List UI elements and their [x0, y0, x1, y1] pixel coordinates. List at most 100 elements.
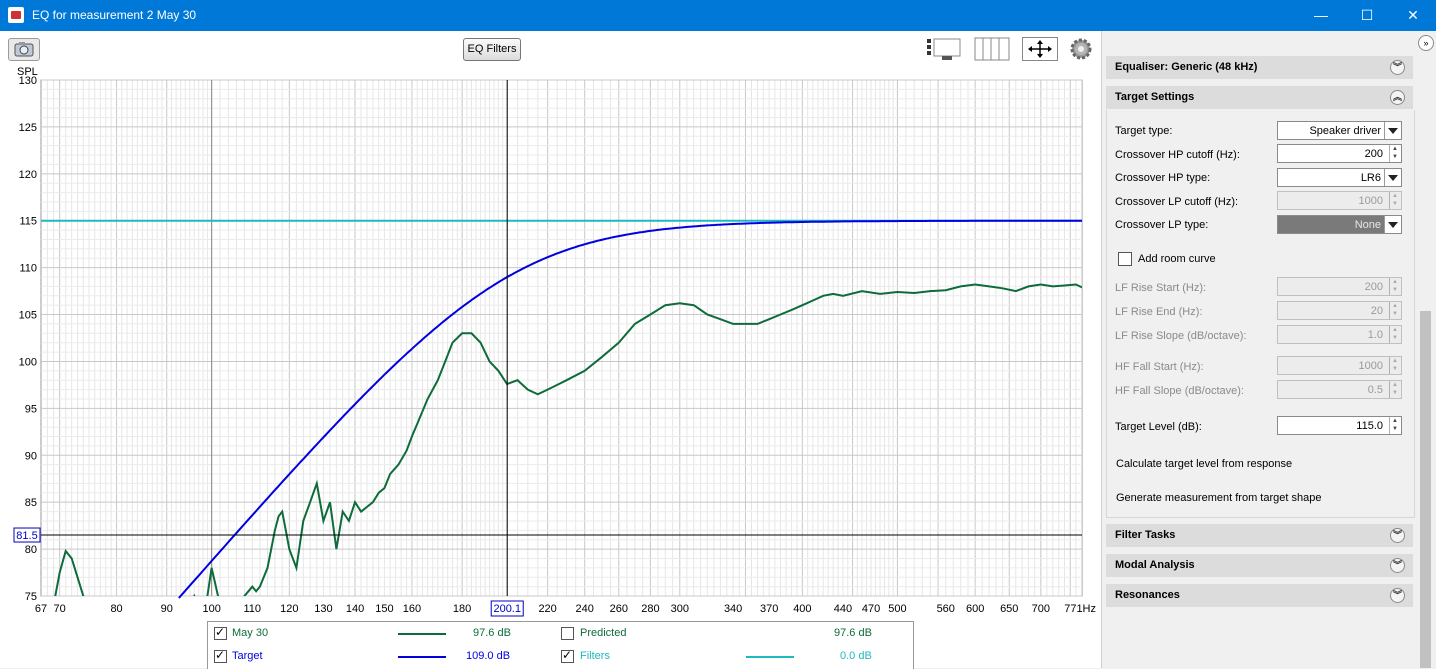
- lf-rise-slope-input: 1.0: [1277, 325, 1402, 344]
- spinner-icon[interactable]: [1389, 145, 1401, 162]
- expand-chevron-icon[interactable]: ︾: [1390, 528, 1405, 543]
- x-axis-zoom-icon[interactable]: [974, 37, 1010, 61]
- target-checkbox[interactable]: [214, 648, 227, 663]
- y-axis-zoom-icon[interactable]: [926, 37, 962, 61]
- equaliser-panel-header[interactable]: Equaliser: Generic (48 kHz) ︾: [1106, 56, 1413, 79]
- y-tick-label: 95: [25, 403, 37, 415]
- modal-analysis-header-label: Modal Analysis: [1115, 559, 1195, 571]
- collapse-chevron-icon[interactable]: ︽: [1390, 90, 1405, 105]
- lf-rise-end-value: 20: [1370, 305, 1383, 317]
- filter-tasks-panel-header[interactable]: Filter Tasks ︾: [1106, 524, 1413, 547]
- lp-type-value: None: [1354, 219, 1381, 231]
- filters-checkbox[interactable]: [561, 648, 574, 663]
- hp-cutoff-label: Crossover HP cutoff (Hz):: [1115, 149, 1240, 161]
- lp-cutoff-value: 1000: [1358, 195, 1383, 207]
- resonances-header-label: Resonances: [1115, 589, 1180, 601]
- y-tick-label: 120: [19, 169, 37, 181]
- pan-arrows-icon[interactable]: [1022, 37, 1058, 61]
- target-settings-panel-header[interactable]: Target Settings ︽: [1106, 86, 1413, 109]
- lp-type-label: Crossover LP type:: [1115, 219, 1209, 231]
- x-tick-label: 650: [1000, 603, 1018, 615]
- x-tick-label: 600: [966, 603, 984, 615]
- x-tick-label: 340: [724, 603, 742, 615]
- scrollbar-thumb[interactable]: [1420, 311, 1431, 668]
- x-tick-label: 470: [862, 603, 880, 615]
- calculate-target-level-button[interactable]: Calculate target level from response: [1116, 458, 1292, 470]
- y-tick-label: 90: [25, 450, 37, 462]
- filter-tasks-header-label: Filter Tasks: [1115, 529, 1176, 541]
- expand-chevron-icon[interactable]: ︾: [1390, 588, 1405, 603]
- legend-may30-value: 97.6 dB: [473, 627, 511, 639]
- hp-type-select[interactable]: LR6: [1277, 168, 1402, 187]
- y-tick-label: 75: [25, 591, 37, 603]
- add-room-curve-checkbox[interactable]: [1118, 252, 1132, 266]
- legend-predicted-label: Predicted: [580, 627, 627, 639]
- hp-type-value: LR6: [1360, 172, 1381, 184]
- collapse-sidebar-icon[interactable]: »: [1418, 35, 1434, 51]
- sidebar-scrollbar[interactable]: [1418, 55, 1434, 668]
- hp-type-label: Crossover HP type:: [1115, 172, 1211, 184]
- x-tick-label: 100: [202, 603, 220, 615]
- target-level-label: Target Level (dB):: [1115, 421, 1202, 433]
- hf-fall-slope-input: 0.5: [1277, 380, 1402, 399]
- lf-rise-start-input: 200: [1277, 277, 1402, 296]
- target-type-select[interactable]: Speaker driver: [1277, 121, 1402, 140]
- hp-cutoff-input[interactable]: 200: [1277, 144, 1402, 163]
- equaliser-header-label: Equaliser: Generic (48 kHz): [1115, 61, 1258, 73]
- y-tick-label: 85: [25, 497, 37, 509]
- legend-target-line: [398, 656, 446, 658]
- hf-fall-slope-value: 0.5: [1367, 384, 1383, 396]
- legend-filters-label: Filters: [580, 650, 610, 662]
- hp-cutoff-value: 200: [1364, 148, 1383, 160]
- hf-fall-slope-label: HF Fall Slope (dB/octave):: [1115, 385, 1244, 397]
- x-tick-label: 160: [403, 603, 421, 615]
- lf-rise-end-input: 20: [1277, 301, 1402, 320]
- target-level-value: 115.0: [1356, 420, 1383, 432]
- dropdown-arrow-icon[interactable]: [1384, 216, 1401, 233]
- x-tick-label: 220: [538, 603, 556, 615]
- lp-type-select[interactable]: None: [1277, 215, 1402, 234]
- spinner-icon[interactable]: [1389, 417, 1401, 434]
- dropdown-arrow-icon[interactable]: [1384, 122, 1401, 139]
- y-tick-label: 80: [25, 544, 37, 556]
- x-tick-label: 370: [760, 603, 778, 615]
- x-tick-label: 560: [937, 603, 955, 615]
- legend-panel: May 30 97.6 dB Target 109.0 dB Predicted…: [207, 621, 914, 669]
- x-tick-label: 140: [346, 603, 364, 615]
- maximize-button[interactable]: ☐: [1344, 0, 1390, 31]
- spinner-icon: [1389, 278, 1401, 295]
- lf-rise-start-label: LF Rise Start (Hz):: [1115, 282, 1207, 294]
- predicted-checkbox[interactable]: [561, 627, 574, 640]
- target-type-value: Speaker driver: [1309, 125, 1381, 137]
- minimize-button[interactable]: —: [1298, 0, 1344, 31]
- legend-target-label: Target: [232, 650, 263, 662]
- expand-chevron-icon[interactable]: ︾: [1390, 558, 1405, 573]
- frequency-response-plot[interactable]: 130 125 120 115 110 105 100 95 90 85 80 7567 70 80 90 1…: [13, 75, 1096, 617]
- x-tick-label: 300: [671, 603, 689, 615]
- x-tick-label: 180: [453, 603, 471, 615]
- resonances-panel-header[interactable]: Resonances ︾: [1106, 584, 1413, 607]
- y-tick-label: 130: [19, 75, 37, 87]
- modal-analysis-panel-header[interactable]: Modal Analysis ︾: [1106, 554, 1413, 577]
- close-button[interactable]: ✕: [1390, 0, 1436, 31]
- y-tick-label: 100: [19, 356, 37, 368]
- x-tick-label: 240: [576, 603, 594, 615]
- generate-measurement-button[interactable]: Generate measurement from target shape: [1116, 492, 1321, 504]
- settings-gear-icon[interactable]: [1069, 37, 1093, 61]
- dropdown-arrow-icon[interactable]: [1384, 169, 1401, 186]
- x-tick-label: 67: [35, 603, 47, 615]
- y-tick-label: 115: [19, 216, 37, 228]
- lf-rise-slope-label: LF Rise Slope (dB/octave):: [1115, 330, 1247, 342]
- camera-icon[interactable]: [8, 38, 40, 61]
- x-tick-label: 280: [641, 603, 659, 615]
- spinner-icon: [1389, 357, 1401, 374]
- legend-filters-line: [746, 656, 794, 658]
- expand-chevron-icon[interactable]: ︾: [1390, 60, 1405, 75]
- target-type-label: Target type:: [1115, 125, 1173, 137]
- x-tick-label: 771Hz: [1064, 603, 1096, 615]
- x-tick-label: 200.1: [493, 603, 521, 615]
- target-level-input[interactable]: 115.0: [1277, 416, 1402, 435]
- may30-checkbox[interactable]: [214, 625, 227, 640]
- x-tick-label: 440: [834, 603, 852, 615]
- eq-filters-button[interactable]: EQ Filters: [463, 38, 521, 61]
